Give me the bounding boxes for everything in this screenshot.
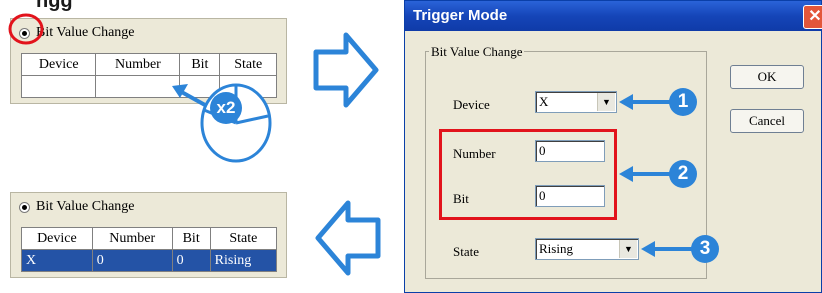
cell-state[interactable]: Rising bbox=[209, 249, 278, 272]
column-header-number: Number bbox=[91, 227, 173, 250]
column-header-bit: Bit bbox=[171, 227, 211, 250]
cancel-button[interactable]: Cancel bbox=[730, 109, 804, 133]
cell-number[interactable]: 0 bbox=[91, 249, 173, 272]
state-label: State bbox=[453, 244, 479, 259]
dialog-titlebar[interactable]: Trigger Mode bbox=[405, 1, 821, 31]
arrow-left-icon bbox=[315, 200, 381, 276]
state-select[interactable]: Rising ▼ bbox=[535, 238, 639, 260]
arrow-right-icon bbox=[313, 32, 379, 108]
callout-arrow-3 bbox=[641, 241, 693, 257]
cell-bit[interactable]: 0 bbox=[171, 249, 211, 272]
bottom-grid-panel: Bit Value Change Device Number Bit State… bbox=[10, 192, 287, 278]
trigger-mode-dialog: Trigger Mode ✕ Bit Value Change OK Cance… bbox=[404, 0, 822, 293]
top-grid-header: Device Number Bit State bbox=[20, 53, 277, 76]
bit-label: Bit bbox=[453, 191, 469, 206]
callout-badge-3: 3 bbox=[691, 235, 719, 263]
column-header-state: State bbox=[209, 227, 278, 250]
bottom-radio-label: Bit Value Change bbox=[36, 199, 135, 214]
dropdown-arrow-icon[interactable]: ▼ bbox=[597, 93, 615, 111]
device-label: Device bbox=[453, 97, 490, 112]
double-click-badge: x2 bbox=[210, 92, 242, 124]
number-field[interactable]: 0 bbox=[535, 140, 605, 162]
column-header-number: Number bbox=[95, 53, 181, 76]
column-header-device: Device bbox=[21, 227, 93, 250]
radio-icon[interactable] bbox=[19, 201, 30, 213]
empty-cell[interactable] bbox=[20, 75, 97, 98]
column-header-bit: Bit bbox=[179, 53, 221, 76]
bottom-radio-row[interactable]: Bit Value Change bbox=[19, 199, 135, 215]
dropdown-arrow-icon[interactable]: ▼ bbox=[619, 240, 637, 258]
number-label: Number bbox=[453, 146, 496, 161]
close-icon[interactable]: ✕ bbox=[803, 5, 822, 29]
bottom-grid-header: Device Number Bit State bbox=[21, 227, 278, 250]
bit-field[interactable]: 0 bbox=[535, 185, 605, 207]
cell-device[interactable]: X bbox=[21, 249, 93, 272]
column-header-state: State bbox=[219, 53, 277, 76]
callout-badge-2: 2 bbox=[669, 160, 697, 188]
column-header-device: Device bbox=[20, 53, 97, 76]
top-radio-label: Bit Value Change bbox=[36, 25, 135, 40]
device-select[interactable]: X ▼ bbox=[535, 91, 617, 113]
ok-button[interactable]: OK bbox=[730, 65, 804, 89]
dialog-title: Trigger Mode bbox=[413, 7, 508, 24]
radio-highlight-circle bbox=[8, 13, 44, 45]
state-value: Rising bbox=[539, 241, 573, 256]
device-value: X bbox=[539, 94, 549, 109]
callout-arrow-1 bbox=[619, 94, 671, 110]
group-label: Bit Value Change bbox=[429, 44, 525, 60]
table-row: X 0 0 Rising bbox=[21, 249, 278, 272]
callout-badge-1: 1 bbox=[669, 88, 697, 116]
heading-fragment: ngg bbox=[36, 0, 73, 12]
bottom-grid-table: Device Number Bit State X 0 0 Rising bbox=[21, 227, 278, 272]
callout-arrow-2 bbox=[619, 166, 671, 182]
